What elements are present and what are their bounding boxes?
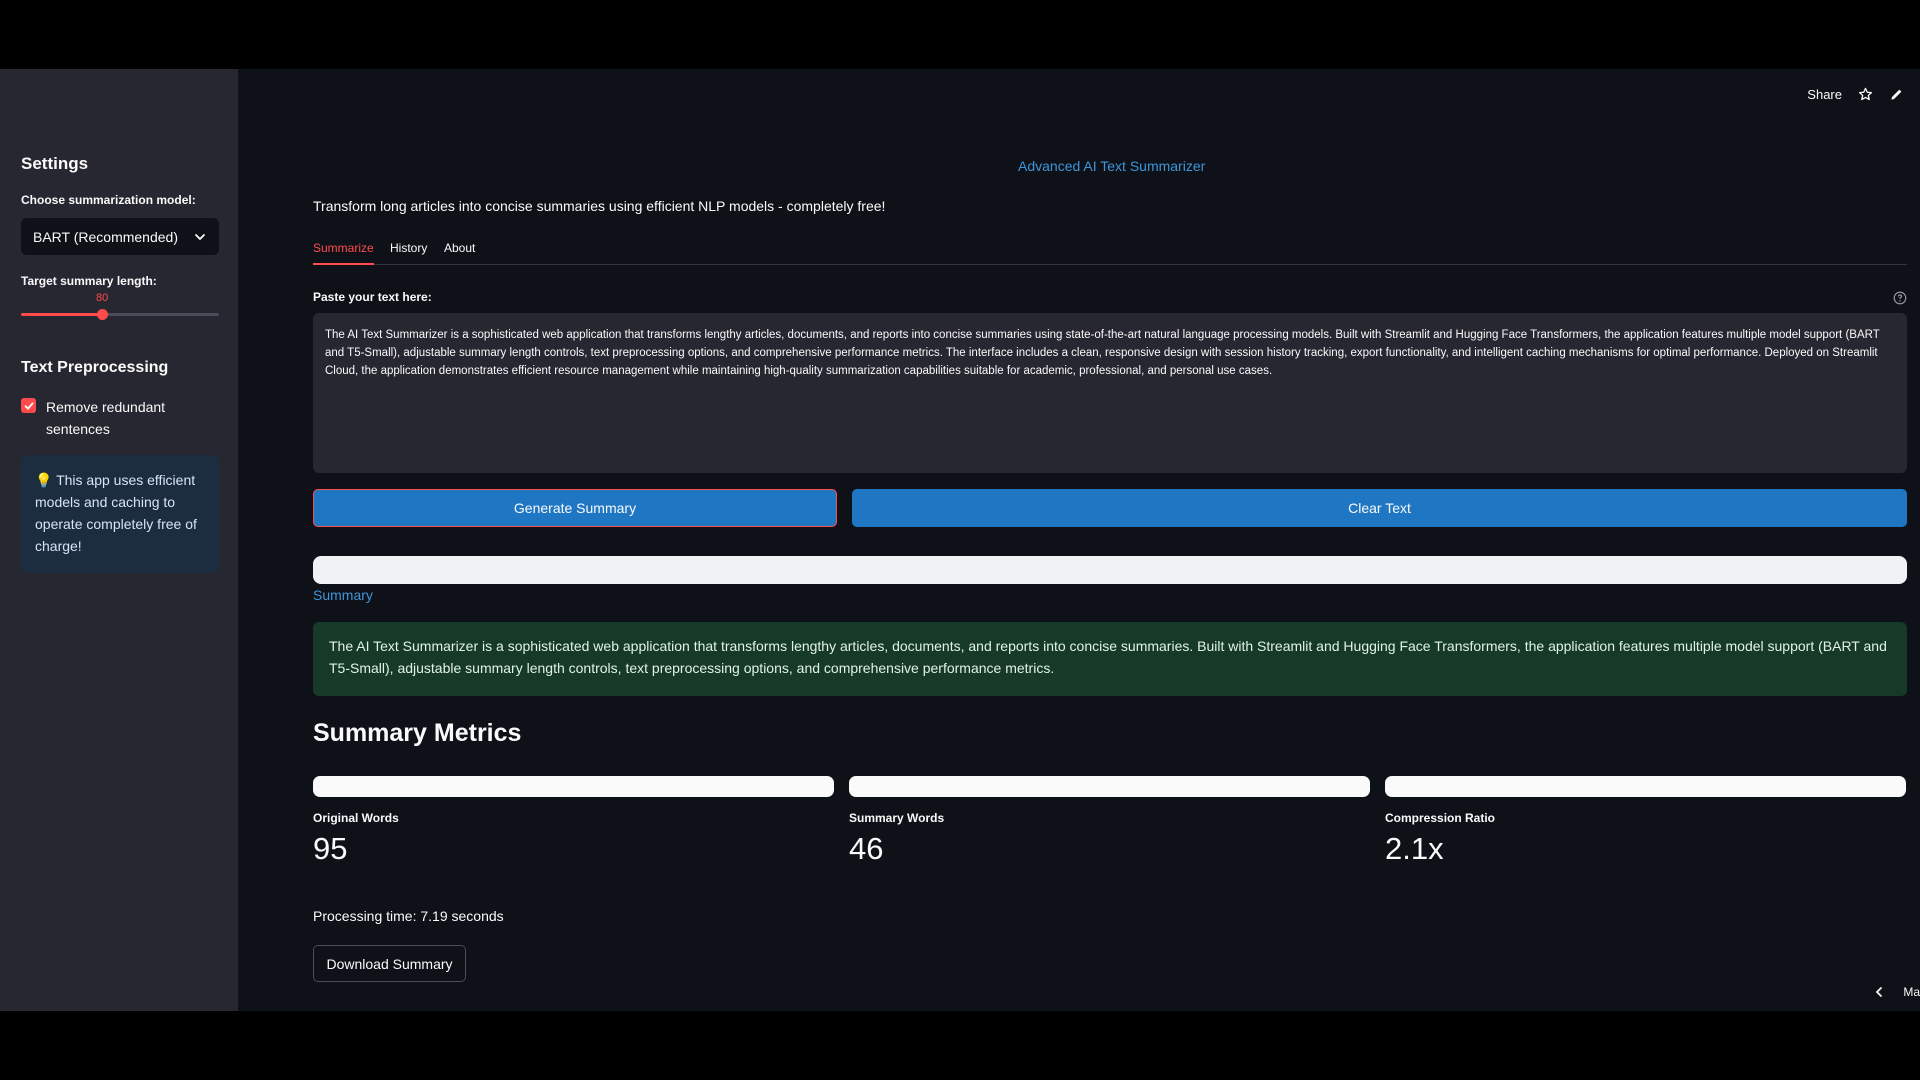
app-window: Settings Choose summarization model: BAR…: [0, 69, 1920, 1011]
slider-fill: [21, 313, 103, 316]
summary-output: The AI Text Summarizer is a sophisticate…: [313, 622, 1907, 696]
edit-icon[interactable]: [1889, 87, 1904, 102]
text-input[interactable]: The AI Text Summarizer is a sophisticate…: [313, 313, 1907, 473]
help-icon[interactable]: [1893, 291, 1907, 305]
processing-time: Processing time: 7.19 seconds: [313, 908, 504, 924]
tab-history[interactable]: History: [390, 241, 427, 263]
metric-value: 46: [849, 831, 884, 866]
sidebar-title: Settings: [21, 154, 89, 173]
metric-bar: [849, 776, 1370, 797]
metric-label: Original Words: [313, 811, 399, 825]
preprocessing-title: Text Preprocessing: [21, 359, 169, 376]
metric-summary-words: Summary Words 46: [849, 776, 1370, 867]
paste-label: Paste your text here:: [313, 290, 432, 304]
checkbox-label: Remove redundant sentences: [46, 399, 166, 437]
metric-value: 2.1x: [1385, 831, 1444, 866]
sidebar: Settings Choose summarization model: BAR…: [0, 69, 238, 1011]
download-summary-button[interactable]: Download Summary: [313, 945, 466, 982]
progress-bar: [313, 556, 1907, 584]
model-select-value: BART (Recommended): [33, 228, 178, 245]
star-icon[interactable]: [1858, 87, 1873, 102]
lightbulb-icon: 💡: [35, 472, 53, 488]
metric-value: 95: [313, 831, 348, 866]
clear-text-button[interactable]: Clear Text: [852, 489, 1907, 527]
redundant-checkbox-row[interactable]: Remove redundant sentences: [21, 396, 176, 440]
metric-label: Compression Ratio: [1385, 811, 1496, 825]
info-text: This app uses efficient models and cachi…: [35, 472, 197, 554]
page-title[interactable]: Advanced AI Text Summarizer: [1018, 158, 1205, 174]
metric-original-words: Original Words 95: [313, 776, 834, 867]
slider-thumb[interactable]: [97, 309, 109, 320]
share-button[interactable]: Share: [1807, 87, 1842, 102]
metric-label: Summary Words: [849, 811, 945, 825]
chevron-down-icon: [195, 233, 205, 240]
info-box: 💡 This app uses efficient models and cac…: [21, 455, 219, 573]
tab-summarize[interactable]: Summarize: [313, 241, 374, 265]
length-slider[interactable]: [21, 309, 219, 320]
generate-summary-button[interactable]: Generate Summary: [313, 489, 837, 527]
model-select[interactable]: BART (Recommended): [21, 218, 219, 255]
model-label: Choose summarization model:: [21, 193, 196, 207]
tab-about[interactable]: About: [444, 241, 475, 263]
check-icon: [24, 402, 33, 409]
summary-label: Summary: [313, 587, 373, 603]
metrics-title: Summary Metrics: [313, 719, 522, 747]
metric-bar: [1385, 776, 1906, 797]
manage-label: Ma: [1903, 985, 1920, 999]
metric-bar: [313, 776, 834, 797]
header-actions: Share: [1807, 87, 1904, 102]
length-label: Target summary length:: [21, 274, 157, 288]
metric-compression-ratio: Compression Ratio 2.1x: [1385, 776, 1906, 867]
redundant-checkbox[interactable]: [21, 398, 36, 413]
slider-value: 80: [96, 292, 109, 304]
tab-bar: Summarize History About: [313, 241, 1907, 265]
intro-text: Transform long articles into concise sum…: [313, 198, 886, 214]
chevron-left-icon: [1876, 987, 1883, 997]
manage-app-toggle[interactable]: Ma: [1873, 985, 1920, 999]
